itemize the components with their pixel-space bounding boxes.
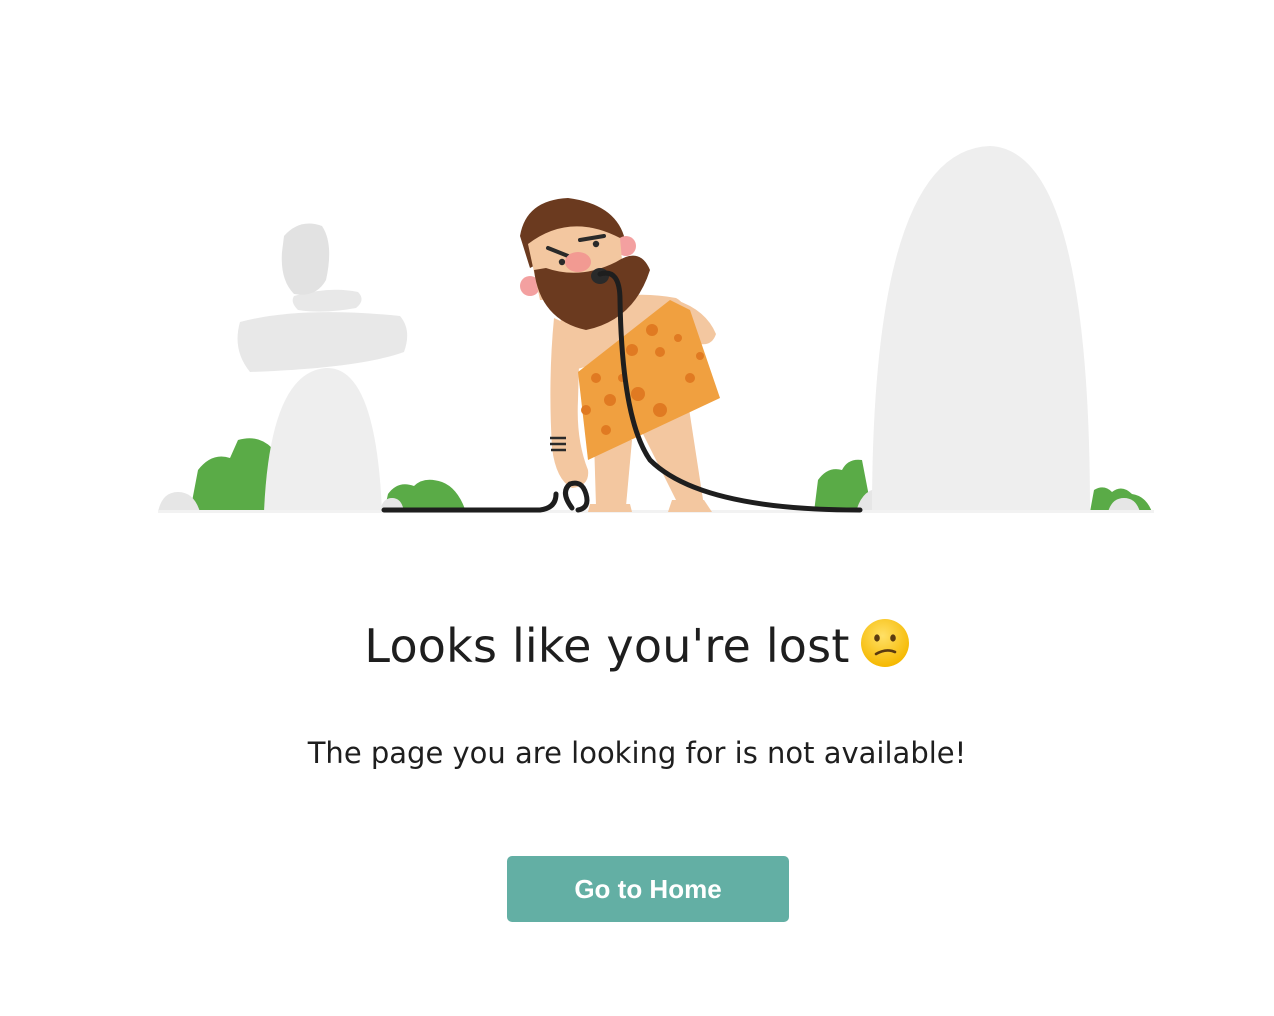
ground-line bbox=[158, 510, 1154, 513]
page-title: Looks like you're lost bbox=[0, 618, 1274, 673]
lost-caveman-illustration bbox=[158, 146, 1154, 513]
confused-face-icon bbox=[860, 619, 909, 667]
page-title-text: Looks like you're lost bbox=[364, 619, 850, 673]
caveman bbox=[520, 198, 720, 512]
go-to-home-button[interactable]: Go to Home bbox=[507, 856, 789, 922]
tall-rock bbox=[872, 146, 1090, 512]
page-subtitle: The page you are looking for is not avai… bbox=[307, 736, 967, 770]
